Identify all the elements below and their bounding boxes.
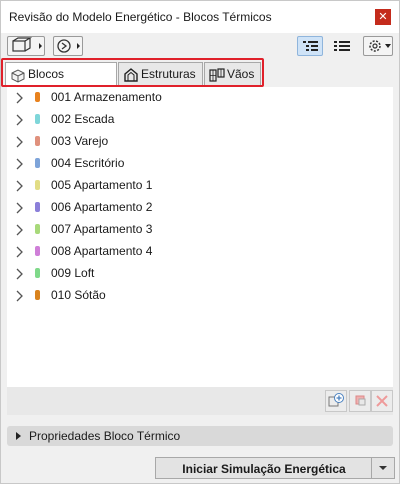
refresh-button[interactable] (53, 36, 83, 56)
block-row[interactable]: 004 Escritório (7, 153, 393, 175)
delete-icon (376, 395, 388, 407)
chevron-right-icon[interactable] (15, 114, 25, 126)
chevron-right-icon[interactable] (15, 224, 25, 236)
block-row[interactable]: 002 Escada (7, 109, 393, 131)
tab-label: Estruturas (141, 67, 196, 81)
model-view-icon (12, 37, 42, 52)
block-row[interactable]: 009 Loft (7, 263, 393, 285)
block-row[interactable]: 005 Apartamento 1 (7, 175, 393, 197)
settings-button[interactable] (363, 36, 393, 56)
tab-bar: Blocos Térmicos Estruturas Vãos (1, 62, 399, 103)
block-color-swatch (35, 268, 40, 278)
block-color-swatch (35, 114, 40, 124)
add-block-icon (328, 393, 344, 407)
title-bar: Revisão do Modelo Energético - Blocos Té… (1, 1, 399, 33)
duplicate-button[interactable] (349, 390, 371, 412)
block-row[interactable]: 001 Armazenamento (7, 87, 393, 109)
toolbar (1, 33, 399, 61)
list-action-bar (7, 387, 393, 415)
delete-button[interactable] (371, 390, 393, 412)
chevron-right-icon[interactable] (15, 246, 25, 258)
tab-label: Vãos (227, 67, 255, 81)
block-label: 002 Escada (51, 112, 115, 126)
block-color-swatch (35, 158, 40, 168)
block-label: 010 Sótão (51, 288, 106, 302)
refresh-icon (57, 39, 80, 53)
block-label: 008 Apartamento 4 (51, 244, 153, 258)
openings-icon (209, 68, 225, 82)
chevron-down-icon (379, 466, 387, 470)
duplicate-icon (355, 395, 366, 406)
block-color-swatch (35, 136, 40, 146)
block-row[interactable]: 008 Apartamento 4 (7, 241, 393, 263)
block-color-swatch (35, 246, 40, 256)
tab-openings[interactable]: Vãos (204, 62, 261, 86)
window-title: Revisão do Modelo Energético - Blocos Té… (9, 10, 272, 24)
block-label: 009 Loft (51, 266, 95, 280)
list-view-icon (334, 41, 350, 51)
add-block-button[interactable] (325, 390, 347, 412)
block-color-swatch (35, 224, 40, 234)
block-color-swatch (35, 180, 40, 190)
structures-icon (124, 68, 138, 82)
block-color-swatch (35, 202, 40, 212)
properties-panel-header[interactable]: Propriedades Bloco Térmico (7, 426, 393, 446)
block-color-swatch (35, 290, 40, 300)
chevron-right-icon[interactable] (15, 92, 25, 104)
tree-view-icon (303, 41, 318, 51)
block-label: 005 Apartamento 1 (51, 178, 153, 192)
block-label: 004 Escritório (51, 156, 125, 170)
block-label: 003 Varejo (51, 134, 109, 148)
block-row[interactable]: 003 Varejo (7, 131, 393, 153)
tab-structures[interactable]: Estruturas (118, 62, 203, 86)
energy-review-window: Revisão do Modelo Energético - Blocos Té… (0, 0, 400, 484)
block-row[interactable]: 006 Apartamento 2 (7, 197, 393, 219)
tree-view-button[interactable] (297, 36, 323, 56)
thermal-block-list: 001 Armazenamento 002 Escada 003 Varejo 004… (7, 87, 393, 387)
chevron-right-icon[interactable] (15, 180, 25, 192)
chevron-right-icon[interactable] (15, 202, 25, 214)
start-simulation-label: Iniciar Simulação Energética (182, 462, 346, 476)
start-simulation-button[interactable]: Iniciar Simulação Energética (155, 457, 395, 479)
chevron-right-icon[interactable] (15, 290, 25, 302)
expand-triangle-icon (16, 432, 21, 440)
chevron-right-icon[interactable] (15, 136, 25, 148)
settings-icon (369, 40, 391, 52)
tab-thermal-blocks[interactable]: Blocos Térmicos (5, 62, 117, 103)
chevron-right-icon[interactable] (15, 158, 25, 170)
properties-panel-label: Propriedades Bloco Térmico (29, 429, 181, 443)
block-label: 001 Armazenamento (51, 90, 162, 104)
block-label: 007 Apartamento 3 (51, 222, 153, 236)
list-view-button[interactable] (329, 36, 355, 56)
model-view-button[interactable] (7, 36, 45, 56)
chevron-right-icon[interactable] (15, 268, 25, 280)
simulation-dropdown-button[interactable] (371, 458, 394, 478)
block-label: 006 Apartamento 2 (51, 200, 153, 214)
close-icon[interactable]: ✕ (375, 9, 391, 25)
block-color-swatch (35, 92, 40, 102)
thermal-blocks-icon (11, 69, 25, 83)
block-row[interactable]: 007 Apartamento 3 (7, 219, 393, 241)
block-row[interactable]: 010 Sótão (7, 285, 393, 307)
